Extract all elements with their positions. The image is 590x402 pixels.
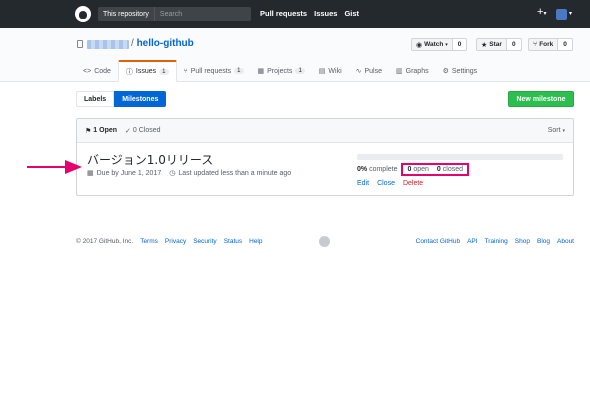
check-icon: ✓: [125, 127, 131, 135]
eye-icon: ◉: [416, 41, 423, 49]
milestone-due-date: ▦ Due by June 1, 2017: [87, 170, 162, 177]
milestones-list: ⚑ 1 Open ✓ 0 Closed Sort ▾ バージョン1.0リリース ▦ D…: [76, 118, 574, 196]
watch-count[interactable]: 0: [452, 38, 468, 51]
issue-opened-icon: ⓘ: [125, 68, 133, 76]
tab-pull-requests[interactable]: ⑂ Pull requests 1: [177, 60, 251, 82]
milestone-icon: ⚑: [85, 127, 92, 135]
new-milestone-button[interactable]: New milestone: [508, 91, 574, 107]
milestone-progress-bar: [357, 154, 563, 160]
milestone-open-count[interactable]: 0 open: [407, 166, 428, 173]
tab-issues[interactable]: ⓘ Issues 1: [117, 60, 177, 82]
milestones-list-header: ⚑ 1 Open ✓ 0 Closed Sort ▾: [77, 119, 573, 143]
top-nav: Pull requests Issues Gist: [260, 9, 359, 18]
footer-copyright: © 2017 GitHub, Inc.: [76, 238, 134, 245]
repo-tabs: <> Code ⓘ Issues 1 ⑂ Pull requests 1 ▦ Project…: [76, 60, 484, 82]
milestone-actions: Edit Close Delete: [357, 180, 423, 187]
milestones-tab[interactable]: Milestones: [114, 91, 167, 107]
chevron-down-icon: ▾: [562, 128, 565, 134]
search-scope-label: This repository: [98, 7, 155, 21]
tab-graphs[interactable]: ▥ Graphs: [389, 60, 436, 82]
create-new-button[interactable]: +▾: [537, 7, 546, 20]
search-input[interactable]: Search: [155, 11, 182, 18]
clock-icon: ◷: [169, 170, 176, 177]
milestone-complete: 0% complete: [357, 166, 398, 173]
projects-counter: 1: [295, 68, 305, 74]
fork-icon: ⑂: [533, 41, 538, 48]
star-button-group: ★ Star 0: [476, 38, 522, 51]
star-icon: ★: [481, 41, 488, 49]
graph-icon: ▥: [396, 68, 403, 75]
footer-link-status[interactable]: Status: [224, 238, 242, 245]
fork-count[interactable]: 0: [558, 38, 573, 51]
footer-link-help[interactable]: Help: [249, 238, 262, 245]
closed-milestones-filter[interactable]: ✓ 0 Closed: [125, 127, 161, 135]
repo-owner-blurred[interactable]: [87, 40, 129, 49]
top-header: This repository Search Pull requests Iss…: [0, 0, 590, 28]
footer-link-about[interactable]: About: [557, 238, 574, 245]
avatar[interactable]: [556, 9, 567, 20]
milestone-closed-count[interactable]: 0 closed: [437, 166, 463, 173]
book-icon: ▤: [318, 68, 326, 75]
annotation-arrow-icon: [27, 160, 82, 174]
tab-projects[interactable]: ▦ Projects 1: [251, 60, 312, 82]
milestone-title[interactable]: バージョン1.0リリース: [87, 151, 213, 168]
footer-link-terms[interactable]: Terms: [140, 238, 158, 245]
footer-right: Contact GitHub API Training Shop Blog Ab…: [416, 238, 574, 245]
footer-link-blog[interactable]: Blog: [537, 238, 550, 245]
repo-icon: [77, 40, 83, 48]
calendar-icon: ▦: [87, 170, 94, 177]
github-mark-icon[interactable]: [319, 236, 330, 247]
milestone-last-updated: ◷ Last updated less than a minute ago: [169, 170, 292, 177]
footer-left: © 2017 GitHub, Inc. Terms Privacy Securi…: [76, 238, 263, 245]
repo-title: / hello-github: [131, 38, 194, 49]
nav-gist[interactable]: Gist: [344, 9, 359, 18]
search-box[interactable]: This repository Search: [98, 7, 251, 21]
project-icon: ▦: [257, 68, 265, 75]
pulse-icon: ∿: [355, 68, 362, 75]
footer-link-contact[interactable]: Contact GitHub: [416, 238, 460, 245]
tab-settings[interactable]: ⚙ Settings: [436, 60, 485, 82]
milestone-stats: 0% complete 0 open 0 closed: [357, 163, 470, 176]
footer-link-training[interactable]: Training: [485, 238, 508, 245]
open-milestones-filter[interactable]: ⚑ 1 Open: [85, 127, 117, 135]
github-logo-icon[interactable]: [75, 6, 91, 22]
watch-button-group: ◉ Watch ▾ 0: [411, 38, 468, 51]
tab-code[interactable]: <> Code: [76, 60, 118, 82]
labels-milestones-subnav: Labels Milestones: [76, 91, 167, 107]
star-count[interactable]: 0: [506, 38, 522, 51]
footer-link-shop[interactable]: Shop: [515, 238, 530, 245]
pull-requests-counter: 1: [234, 68, 244, 74]
git-pull-request-icon: ⑂: [183, 67, 188, 75]
close-link[interactable]: Close: [377, 180, 395, 187]
issues-counter: 1: [159, 68, 169, 75]
chevron-down-icon: ▾: [543, 11, 547, 17]
fork-button[interactable]: ⑂ Fork: [528, 38, 559, 51]
repo-name-link[interactable]: hello-github: [137, 38, 194, 49]
nav-issues[interactable]: Issues: [314, 9, 337, 18]
footer-link-api[interactable]: API: [467, 238, 477, 245]
nav-pull-requests[interactable]: Pull requests: [260, 9, 307, 18]
edit-link[interactable]: Edit: [357, 180, 369, 187]
chevron-down-icon: ▾: [445, 41, 448, 48]
sort-dropdown[interactable]: Sort ▾: [548, 127, 565, 134]
watch-button[interactable]: ◉ Watch ▾: [411, 38, 453, 51]
highlighted-issue-counts: 0 open 0 closed: [401, 163, 470, 176]
star-button[interactable]: ★ Star: [476, 38, 507, 51]
fork-button-group: ⑂ Fork 0: [528, 38, 573, 51]
tab-wiki[interactable]: ▤ Wiki: [312, 60, 349, 82]
code-icon: <>: [83, 67, 92, 75]
chevron-down-icon[interactable]: ▾: [569, 10, 572, 17]
milestone-meta: ▦ Due by June 1, 2017 ◷ Last updated less …: [87, 169, 291, 177]
delete-link[interactable]: Delete: [403, 180, 423, 187]
footer-link-privacy[interactable]: Privacy: [165, 238, 186, 245]
tab-pulse[interactable]: ∿ Pulse: [349, 60, 389, 82]
footer-link-security[interactable]: Security: [193, 238, 216, 245]
repo-path-separator: /: [131, 38, 134, 49]
labels-tab[interactable]: Labels: [76, 91, 115, 107]
gear-icon: ⚙: [442, 68, 449, 75]
